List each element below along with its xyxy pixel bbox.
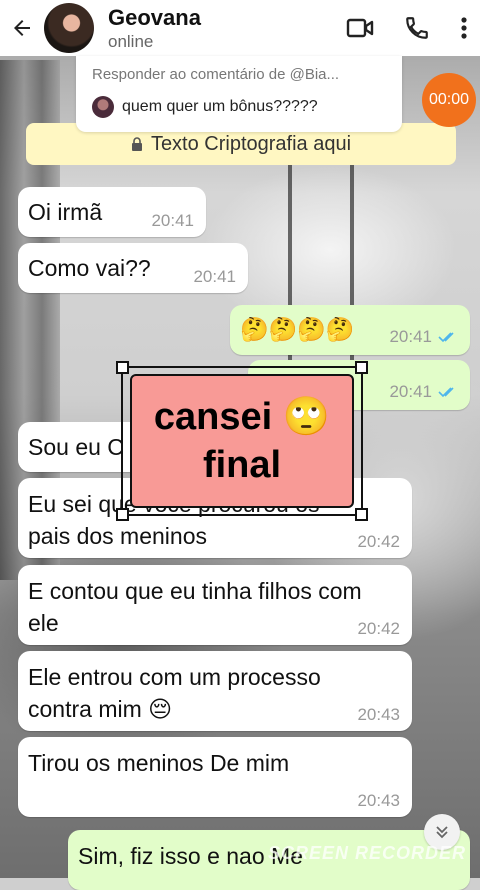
message-text: E contou que eu tinha filhos com ele bbox=[28, 578, 362, 636]
message-time: 20:41 bbox=[193, 267, 236, 286]
resize-handle[interactable] bbox=[116, 508, 129, 521]
message-text: Ele entrou com um processo contra mim 😔 bbox=[28, 664, 321, 722]
message-text: Sou eu C bbox=[28, 434, 124, 460]
encryption-text: Texto Criptografia aqui bbox=[150, 132, 352, 155]
video-call-icon[interactable] bbox=[346, 17, 374, 39]
resize-handle[interactable] bbox=[116, 361, 129, 374]
message-bubble[interactable]: Ele entrou com um processo contra mim 😔 … bbox=[18, 651, 412, 731]
message-time: 20:41 bbox=[389, 382, 432, 401]
message-text: 🤔🤔🤔🤔 bbox=[240, 316, 355, 342]
resize-handle[interactable] bbox=[355, 508, 368, 521]
read-ticks-icon bbox=[438, 332, 454, 343]
read-ticks-icon bbox=[438, 387, 454, 398]
sticker-line-1: cansei 🙄 bbox=[153, 396, 331, 438]
message-bubble[interactable]: 🤔🤔🤔🤔 20:41 bbox=[230, 305, 470, 355]
message-text: Oi irmã bbox=[28, 199, 103, 225]
reply-title: Responder ao comentário de @Bia... bbox=[92, 66, 340, 83]
chat-header: Geovana online bbox=[0, 0, 480, 56]
reply-comment-banner[interactable]: Responder ao comentário de @Bia... quem … bbox=[76, 56, 402, 132]
contact-status: online bbox=[108, 31, 154, 51]
recording-timer[interactable]: 00:00 bbox=[422, 73, 476, 127]
avatar[interactable] bbox=[44, 3, 94, 53]
double-chevron-down-icon bbox=[436, 826, 448, 839]
contact-info[interactable]: Geovana online bbox=[108, 4, 201, 51]
message-time: 20:41 bbox=[151, 211, 194, 230]
message-bubble[interactable]: E contou que eu tinha filhos com ele 20:… bbox=[18, 565, 412, 645]
screen-recorder-watermark: SCREEN RECORDER bbox=[268, 843, 467, 863]
sticker-line-2: final bbox=[202, 444, 282, 486]
message-bubble[interactable]: Como vai?? 20:41 bbox=[18, 243, 248, 293]
back-arrow-icon bbox=[14, 20, 30, 36]
text-sticker[interactable]: cansei 🙄 final bbox=[130, 374, 354, 508]
lock-icon bbox=[131, 137, 142, 151]
message-text: Tirou os meninos De mim bbox=[28, 750, 290, 776]
message-time: 20:43 bbox=[357, 705, 400, 724]
commenter-avatar bbox=[92, 96, 114, 118]
phone-icon[interactable] bbox=[404, 15, 430, 41]
reply-comment-text: quem quer um bônus????? bbox=[122, 98, 318, 115]
message-text: Como vai?? bbox=[28, 255, 151, 281]
message-bubble[interactable]: Oi irmã 20:41 bbox=[18, 187, 206, 237]
message-time: 20:42 bbox=[357, 619, 400, 638]
resize-handle[interactable] bbox=[355, 361, 368, 374]
contact-name: Geovana bbox=[108, 4, 201, 30]
message-time: 20:41 bbox=[389, 327, 432, 346]
message-time: 20:43 bbox=[357, 791, 400, 810]
more-options-icon[interactable] bbox=[460, 16, 468, 40]
message-bubble[interactable]: Tirou os meninos De mim 20:43 bbox=[18, 737, 412, 817]
message-time: 20:42 bbox=[357, 532, 400, 551]
back-button[interactable] bbox=[0, 0, 44, 56]
